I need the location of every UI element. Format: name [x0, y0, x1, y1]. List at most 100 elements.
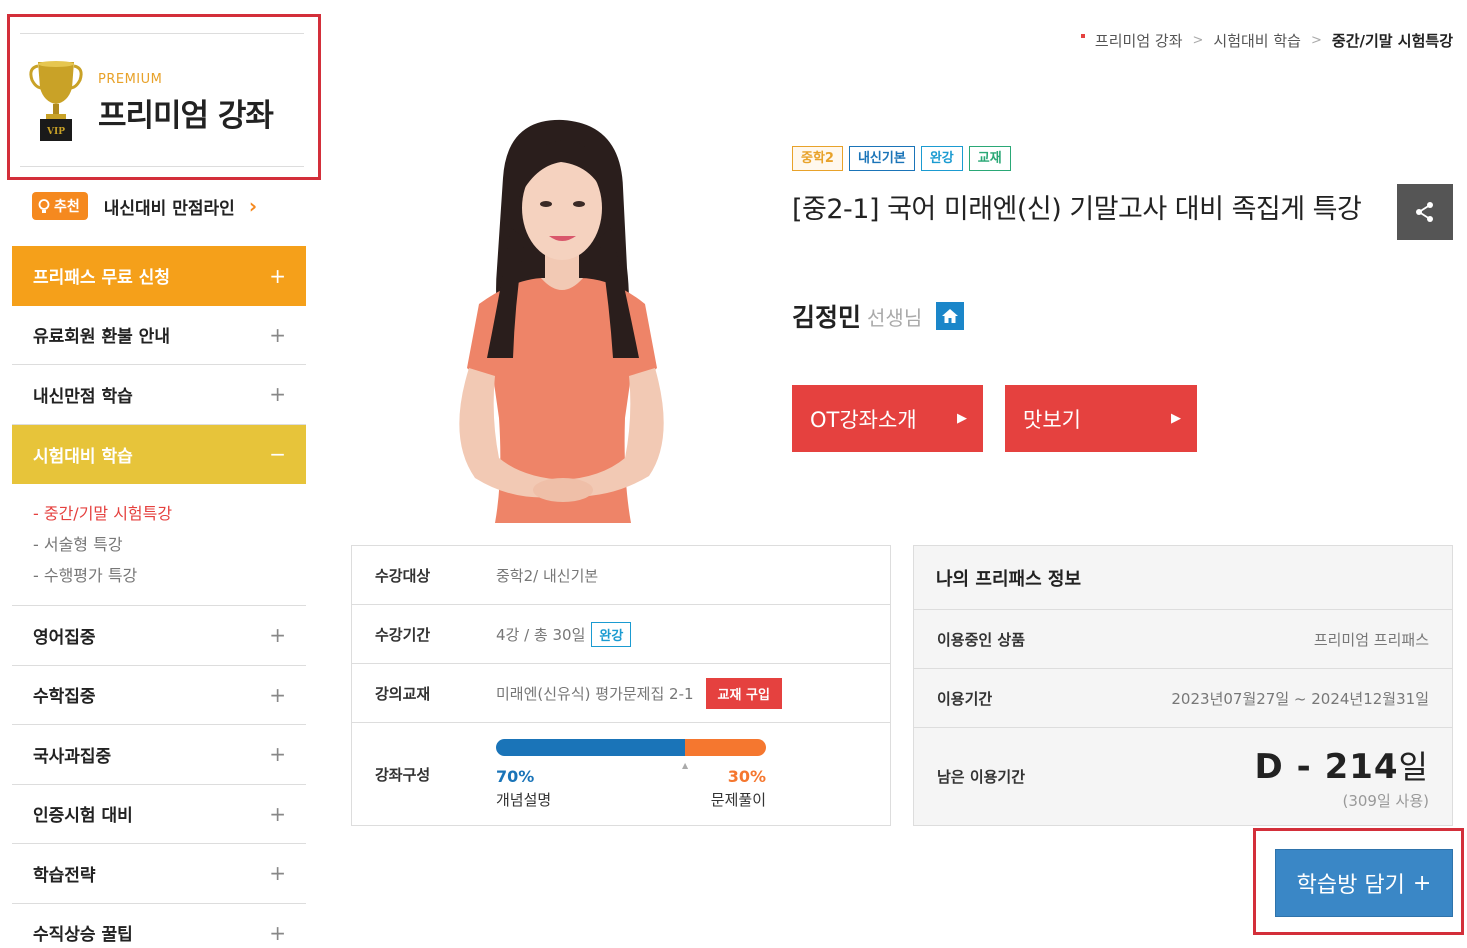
preview-button[interactable]: 맛보기 ▶	[1005, 385, 1197, 452]
sidebar-item-label: 수학집중	[33, 687, 96, 708]
ratio-bar-practice	[685, 739, 766, 756]
sidebar-item-label: 시험대비 학습	[33, 446, 133, 467]
plus-icon: +	[269, 322, 286, 347]
recommend-link[interactable]: 추천 내신대비 만점라인 ›	[32, 190, 257, 222]
breadcrumb-separator-icon: >	[1310, 33, 1322, 48]
caret-right-icon: ▶	[1171, 411, 1181, 426]
dday-main: D - 214일	[1255, 742, 1429, 788]
plus-icon: +	[269, 263, 286, 288]
pass-label: 이용기간	[937, 689, 993, 708]
ratio-bar	[496, 739, 766, 756]
recommend-badge: 추천	[32, 192, 88, 220]
pass-value: 2023년07월27일 ~ 2024년12월31일	[1171, 689, 1429, 708]
add-to-study-room-button[interactable]: 학습방 담기 +	[1275, 849, 1453, 917]
ot-intro-label: OT강좌소개	[810, 407, 917, 432]
add-button-label: 학습방 담기	[1296, 873, 1405, 898]
premium-title: 프리미엄 강좌	[98, 98, 274, 134]
teacher-photo	[459, 119, 664, 523]
premium-subtitle: PREMIUM	[98, 72, 163, 87]
sidebar-submenu: - 중간/기말 시험특강 - 서술형 특강 - 수행평가 특강	[12, 484, 306, 606]
days-used: (309일 사용)	[1342, 792, 1429, 810]
pass-label: 이용중인 상품	[937, 630, 1026, 649]
sidebar-item-label: 인증시험 대비	[33, 806, 133, 827]
dday-prefix: D -	[1254, 747, 1325, 787]
breadcrumb-item[interactable]: 시험대비 학습	[1213, 30, 1301, 51]
sidebar-item-tips[interactable]: 수직상승 꿀팁 +	[12, 904, 306, 948]
tag-complete: 완강	[920, 146, 963, 171]
sidebar-item-math[interactable]: 수학집중 +	[12, 666, 306, 725]
sidebar-item-exam-prep[interactable]: 시험대비 학습 −	[12, 424, 306, 484]
concept-percent: 70%	[496, 767, 535, 786]
ratio-bar-concept	[496, 739, 685, 756]
sidebar-item-label: 학습전략	[33, 865, 96, 886]
dday-number: 214	[1324, 747, 1399, 787]
bulb-icon	[38, 198, 50, 213]
freepass-heading: 나의 프리패스 정보	[914, 546, 1452, 610]
recommend-badge-label: 추천	[54, 199, 80, 215]
sidebar-item-certification[interactable]: 인증시험 대비 +	[12, 785, 306, 844]
info-label: 수강대상	[375, 566, 431, 585]
info-label: 강좌구성	[375, 765, 431, 784]
composition-ratio: ▲ 70% 30% 개념설명 문제풀이	[496, 739, 766, 809]
info-value: 미래엔(신유식) 평가문제집 2-1 교재 구입	[496, 677, 782, 709]
sidebar-item-english[interactable]: 영어집중 +	[12, 606, 306, 666]
course-info-table: 수강대상 중학2/ 내신기본 수강기간 4강 / 총 30일 완강 강의교재 미…	[351, 545, 891, 826]
sidebar-item-label: 국사과집중	[33, 746, 112, 767]
submenu-item-essay[interactable]: - 서술형 특강	[33, 529, 306, 560]
info-label: 강의교재	[375, 684, 431, 703]
plus-icon: +	[1412, 870, 1432, 896]
course-tags: 중학2 내신기본 완강 교재	[792, 146, 1011, 171]
trophy-vip-label: VIP	[46, 127, 65, 137]
info-row-textbook: 강의교재 미래엔(신유식) 평가문제집 2-1 교재 구입	[352, 664, 890, 723]
sidebar-menu: 프리패스 무료 신청 + 유료회원 환불 안내 + 내신만점 학습 + 시험대비…	[12, 246, 306, 948]
plus-icon: +	[269, 682, 286, 707]
minus-icon: −	[269, 442, 286, 467]
teacher-home-button[interactable]	[936, 302, 965, 330]
info-value: 4강 / 총 30일 완강	[496, 621, 632, 647]
teacher-info: 김정민 선생님	[792, 298, 965, 334]
info-row-target: 수강대상 중학2/ 내신기본	[352, 546, 890, 605]
concept-label: 개념설명	[496, 791, 552, 809]
tag-grade: 중학2	[792, 146, 843, 171]
sidebar-item-school-score[interactable]: 내신만점 학습 +	[12, 365, 306, 425]
recommend-text: 내신대비 만점라인	[103, 198, 235, 219]
textbook-text: 미래엔(신유식) 평가문제집 2-1	[496, 684, 694, 703]
sidebar-item-strategy[interactable]: 학습전략 +	[12, 844, 306, 904]
dday-display: D - 214일 (309일 사용)	[1255, 742, 1429, 811]
practice-percent: 30%	[727, 767, 766, 786]
freepass-panel: 나의 프리패스 정보 이용중인 상품 프리미엄 프리패스 이용기간 2023년0…	[913, 545, 1453, 826]
plus-icon: +	[269, 382, 286, 407]
buy-textbook-button[interactable]: 교재 구입	[705, 677, 782, 709]
sidebar-item-label: 내신만점 학습	[33, 386, 133, 407]
premium-highlight-box: VIP PREMIUM 프리미엄 강좌	[7, 14, 321, 180]
caret-right-icon: ▶	[957, 411, 967, 426]
breadcrumb: 프리미엄 강좌 > 시험대비 학습 > 중간/기말 시험특강	[1080, 30, 1453, 51]
course-title: [중2-1] 국어 미래엔(신) 기말고사 대비 족집게 특강	[792, 194, 1362, 225]
sidebar-item-label: 영어집중	[33, 627, 96, 648]
info-value: 중학2/ 내신기본	[496, 566, 599, 585]
tag-textbook: 교재	[968, 146, 1011, 171]
plus-icon: +	[269, 801, 286, 826]
submenu-item-midterm-final[interactable]: - 중간/기말 시험특강	[33, 498, 306, 529]
practice-label: 문제풀이	[710, 791, 766, 809]
info-row-composition: 강좌구성 ▲ 70% 30% 개념설명 문제풀이	[352, 723, 890, 825]
premium-header[interactable]: VIP PREMIUM 프리미엄 강좌	[20, 33, 304, 167]
sidebar-item-korean-social-science[interactable]: 국사과집중 +	[12, 725, 306, 785]
preview-label: 맛보기	[1023, 407, 1081, 432]
ratio-marker-icon: ▲	[682, 761, 689, 770]
pass-row-period: 이용기간 2023년07월27일 ~ 2024년12월31일	[914, 669, 1452, 728]
plus-icon: +	[269, 623, 286, 648]
sidebar-item-label: 수직상승 꿀팁	[33, 925, 133, 946]
ot-intro-button[interactable]: OT강좌소개 ▶	[792, 385, 983, 452]
submenu-item-performance[interactable]: - 수행평가 특강	[33, 560, 306, 591]
sidebar-item-label: 프리패스 무료 신청	[33, 268, 170, 289]
info-row-period: 수강기간 4강 / 총 30일 완강	[352, 605, 890, 664]
pass-value: 프리미엄 프리패스	[1313, 630, 1429, 649]
sidebar-item-freepass-apply[interactable]: 프리패스 무료 신청 +	[12, 246, 306, 306]
breadcrumb-item[interactable]: 프리미엄 강좌	[1095, 30, 1183, 51]
sidebar-item-refund-guide[interactable]: 유료회원 환불 안내 +	[12, 306, 306, 365]
breadcrumb-marker	[1080, 33, 1085, 38]
pass-label: 남은 이용기간	[937, 768, 1026, 786]
share-button[interactable]	[1397, 184, 1453, 240]
pass-row-remaining: 남은 이용기간 D - 214일 (309일 사용)	[914, 728, 1452, 825]
